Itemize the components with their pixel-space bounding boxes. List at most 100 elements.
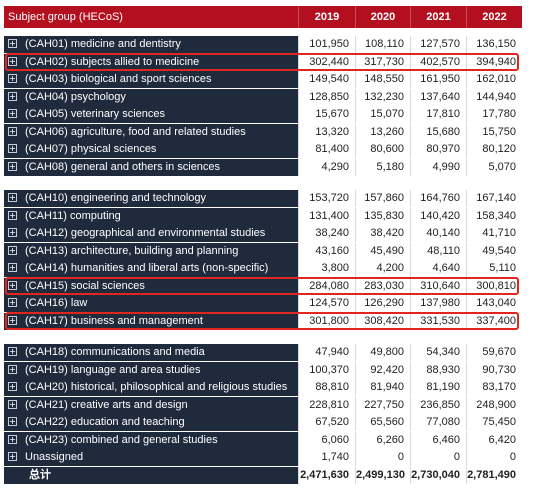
table-row: (CAH07) physical sciences 81,400 80,600 80,… bbox=[0, 141, 533, 158]
value-cell: 59,670 bbox=[466, 344, 522, 361]
value-cell: 157,860 bbox=[355, 190, 410, 207]
value-cell: 75,450 bbox=[466, 414, 522, 431]
expand-icon[interactable] bbox=[8, 417, 17, 426]
expand-icon[interactable] bbox=[8, 126, 17, 136]
expand-icon[interactable] bbox=[8, 56, 17, 66]
value-cell: 80,600 bbox=[355, 141, 410, 158]
value-cell: 284,080 bbox=[298, 277, 355, 295]
value-cell: 161,950 bbox=[410, 71, 466, 88]
expand-icon[interactable] bbox=[8, 109, 17, 118]
expand-icon[interactable] bbox=[8, 434, 17, 444]
value-cell: 6,260 bbox=[355, 431, 410, 449]
expand-icon[interactable] bbox=[8, 263, 17, 272]
table-row: (CAH03) biological and sport sciences 149… bbox=[0, 71, 533, 88]
table-row: (CAH15) social sciences 284,080 283,030 310… bbox=[0, 277, 533, 295]
row-label: (CAH10) engineering and technology bbox=[4, 190, 298, 207]
total-value: 2,781,490 bbox=[466, 466, 522, 484]
table-row: (CAH02) subjects allied to medicine 302,4… bbox=[0, 53, 533, 71]
value-cell: 5,070 bbox=[466, 158, 522, 176]
expand-icon[interactable] bbox=[8, 382, 17, 391]
row-label-text: (CAH10) engineering and technology bbox=[25, 192, 207, 204]
value-cell: 49,540 bbox=[466, 242, 522, 260]
expand-icon[interactable] bbox=[8, 315, 17, 325]
expand-icon[interactable] bbox=[8, 39, 17, 48]
row-label: (CAH23) combined and general studies bbox=[4, 431, 298, 449]
value-cell: 67,520 bbox=[298, 414, 355, 431]
row-label: (CAH03) biological and sport sciences bbox=[4, 71, 298, 88]
table-row: Unassigned 1,740 0 0 0 bbox=[0, 449, 533, 466]
value-cell: 140,420 bbox=[410, 207, 466, 225]
value-cell: 83,170 bbox=[466, 379, 522, 396]
row-label-text: (CAH19) language and area studies bbox=[25, 363, 201, 376]
expand-icon[interactable] bbox=[8, 228, 17, 237]
value-cell: 302,440 bbox=[298, 53, 355, 71]
row-label: (CAH05) veterinary sciences bbox=[4, 106, 298, 123]
table-row: (CAH20) historical, philosophical and re… bbox=[0, 379, 533, 396]
value-cell: 0 bbox=[466, 449, 522, 466]
row-label-text: (CAH20) historical, philosophical and re… bbox=[25, 381, 288, 393]
total-label: 总计 bbox=[4, 466, 298, 484]
expand-icon[interactable] bbox=[8, 280, 17, 290]
year-header-2022[interactable]: 2022 bbox=[466, 6, 522, 28]
value-cell: 135,830 bbox=[355, 207, 410, 225]
year-header-2021[interactable]: 2021 bbox=[410, 6, 466, 28]
table-row: (CAH10) engineering and technology 153,72… bbox=[0, 190, 533, 207]
value-cell: 80,120 bbox=[466, 141, 522, 158]
value-cell: 5,180 bbox=[355, 158, 410, 176]
expand-icon[interactable] bbox=[8, 364, 17, 374]
row-label-text: (CAH12) geographical and environmental s… bbox=[25, 227, 266, 239]
value-cell: 6,060 bbox=[298, 431, 355, 449]
expand-icon[interactable] bbox=[8, 452, 17, 461]
row-label: (CAH06) agriculture, food and related st… bbox=[4, 123, 298, 141]
value-cell: 17,780 bbox=[466, 106, 522, 123]
total-value: 2,471,630 bbox=[298, 466, 355, 484]
row-label-text: (CAH01) medicine and dentistry bbox=[25, 38, 181, 50]
expand-icon[interactable] bbox=[8, 210, 17, 220]
value-cell: 88,810 bbox=[298, 379, 355, 396]
value-cell: 317,730 bbox=[355, 53, 410, 71]
row-label: (CAH13) architecture, building and plann… bbox=[4, 242, 298, 260]
value-cell: 38,240 bbox=[298, 225, 355, 242]
value-cell: 228,810 bbox=[298, 396, 355, 414]
value-cell: 149,540 bbox=[298, 71, 355, 88]
table-row: (CAH11) computing 131,400 135,830 140,420 15… bbox=[0, 207, 533, 225]
table-row: (CAH18) communications and media 47,940 49… bbox=[0, 344, 533, 361]
expand-icon[interactable] bbox=[8, 347, 17, 356]
year-header-2019[interactable]: 2019 bbox=[298, 6, 355, 28]
row-label: (CAH20) historical, philosophical and re… bbox=[4, 379, 298, 396]
total-row: 总计 2,471,630 2,499,130 2,730,040 2,781,490 bbox=[0, 466, 533, 484]
table-row: (CAH22) education and teaching 67,520 65,5… bbox=[0, 414, 533, 431]
expand-icon[interactable] bbox=[8, 298, 17, 307]
year-header-2020[interactable]: 2020 bbox=[355, 6, 410, 28]
value-cell: 0 bbox=[355, 449, 410, 466]
row-label-text: (CAH13) architecture, building and plann… bbox=[25, 244, 239, 257]
value-cell: 164,760 bbox=[410, 190, 466, 207]
expand-icon[interactable] bbox=[8, 245, 17, 255]
value-cell: 6,460 bbox=[410, 431, 466, 449]
row-label-text: (CAH03) biological and sport sciences bbox=[25, 73, 212, 85]
row-label: (CAH11) computing bbox=[4, 207, 298, 225]
expand-icon[interactable] bbox=[8, 399, 17, 409]
row-label: (CAH04) psychology bbox=[4, 88, 298, 106]
expand-icon[interactable] bbox=[8, 91, 17, 101]
row-label: (CAH19) language and area studies bbox=[4, 361, 298, 379]
expand-icon[interactable] bbox=[8, 74, 17, 83]
table-row: (CAH23) combined and general studies 6,06… bbox=[0, 431, 533, 449]
value-cell: 248,900 bbox=[466, 396, 522, 414]
value-cell: 49,800 bbox=[355, 344, 410, 361]
expand-icon[interactable] bbox=[8, 144, 17, 153]
table-row: (CAH06) agriculture, food and related st… bbox=[0, 123, 533, 141]
row-label: (CAH12) geographical and environmental s… bbox=[4, 225, 298, 242]
value-cell: 15,750 bbox=[466, 123, 522, 141]
row-label: (CAH15) social sciences bbox=[4, 277, 298, 295]
row-label: (CAH07) physical sciences bbox=[4, 141, 298, 158]
row-label-text: (CAH06) agriculture, food and related st… bbox=[25, 125, 246, 138]
row-label-text: (CAH02) subjects allied to medicine bbox=[25, 55, 200, 68]
table-row: (CAH12) geographical and environmental s… bbox=[0, 225, 533, 242]
row-label-text: (CAH04) psychology bbox=[25, 90, 126, 103]
value-cell: 300,810 bbox=[466, 277, 522, 295]
value-cell: 15,070 bbox=[355, 106, 410, 123]
expand-icon[interactable] bbox=[8, 161, 17, 171]
expand-icon[interactable] bbox=[8, 193, 17, 202]
value-cell: 13,260 bbox=[355, 123, 410, 141]
